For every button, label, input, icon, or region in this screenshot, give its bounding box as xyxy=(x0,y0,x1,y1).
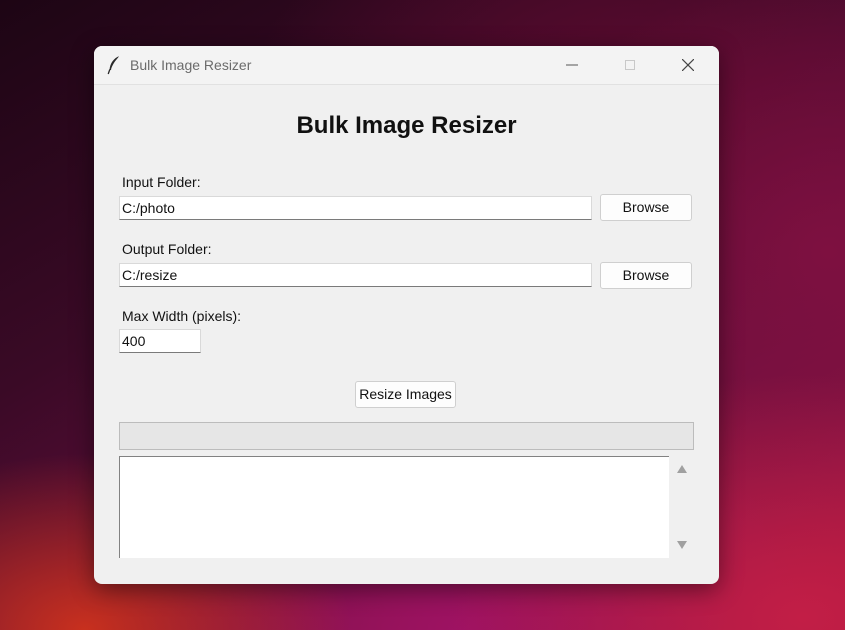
minimize-button[interactable] xyxy=(549,46,595,84)
output-browse-button[interactable]: Browse xyxy=(600,262,692,289)
scroll-down-icon[interactable] xyxy=(676,540,688,550)
progress-bar xyxy=(119,422,694,450)
log-scrollbar[interactable] xyxy=(669,456,694,558)
resize-images-button[interactable]: Resize Images xyxy=(355,381,456,408)
page-title: Bulk Image Resizer xyxy=(296,112,517,139)
input-folder-field[interactable]: C:/photo xyxy=(119,196,592,220)
close-button[interactable] xyxy=(665,46,711,84)
title-bar[interactable]: Bulk Image Resizer xyxy=(94,46,719,85)
minimize-icon xyxy=(566,64,578,66)
scroll-up-icon[interactable] xyxy=(676,464,688,474)
close-icon xyxy=(682,59,694,71)
input-folder-label: Input Folder: xyxy=(122,174,201,190)
maximize-button[interactable] xyxy=(607,46,653,84)
window-title: Bulk Image Resizer xyxy=(130,57,252,73)
log-textbox[interactable] xyxy=(119,456,694,558)
output-folder-label: Output Folder: xyxy=(122,241,212,257)
app-window: Bulk Image Resizer Bulk Image Resizer In… xyxy=(94,46,719,584)
input-browse-button[interactable]: Browse xyxy=(600,194,692,221)
max-width-label: Max Width (pixels): xyxy=(122,308,242,324)
max-width-field[interactable]: 400 xyxy=(119,329,201,353)
maximize-icon xyxy=(625,60,635,70)
output-folder-field[interactable]: C:/resize xyxy=(119,263,592,287)
feather-icon xyxy=(107,55,121,75)
